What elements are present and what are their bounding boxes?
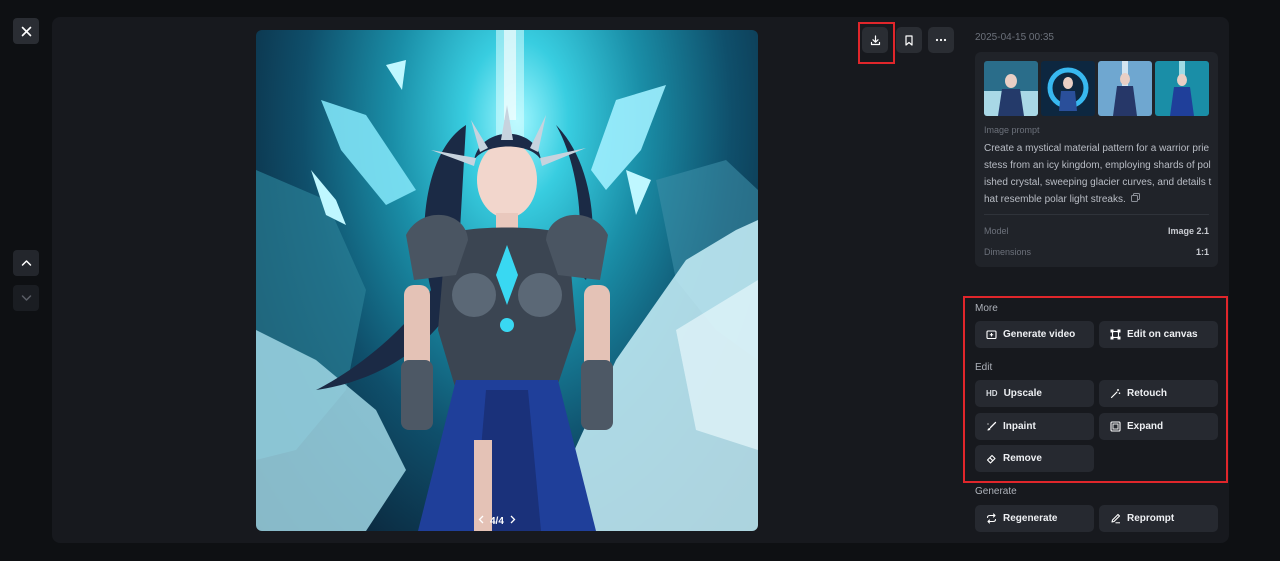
expand-icon (1110, 421, 1121, 432)
thumbnail-4[interactable] (1155, 61, 1209, 116)
chevron-down-icon (21, 295, 31, 301)
thumbnail-1[interactable] (984, 61, 1038, 116)
retouch-button[interactable]: Retouch (1099, 380, 1218, 407)
brush-icon (987, 421, 997, 431)
generate-video-button[interactable]: Generate video (975, 321, 1094, 348)
regenerate-button[interactable]: Regenerate (975, 505, 1094, 532)
meta-key: Model (984, 226, 1009, 236)
image-pager: 4/4 (478, 515, 516, 527)
upscale-button[interactable]: HD Upscale (975, 380, 1094, 407)
bookmark-button[interactable] (896, 27, 922, 53)
button-label: Reprompt (1127, 513, 1175, 524)
creation-timestamp: 2025-04-15 00:35 (975, 32, 1054, 43)
thumbnail-3[interactable] (1098, 61, 1152, 116)
next-image-button[interactable] (13, 285, 39, 311)
magic-wand-icon (1110, 389, 1121, 399)
inpaint-button[interactable]: Inpaint (975, 413, 1094, 440)
more-options-button[interactable] (928, 27, 954, 53)
section-label-generate: Generate (975, 486, 1017, 497)
pager-next-icon[interactable] (510, 515, 516, 527)
eraser-icon (986, 454, 996, 464)
info-divider (984, 214, 1209, 215)
section-label-more: More (975, 303, 998, 314)
meta-value: Image 2.1 (1167, 226, 1209, 236)
button-label: Expand (1127, 421, 1164, 432)
prompt-text-block: Create a mystical material pattern for a… (984, 140, 1212, 208)
download-icon (870, 34, 880, 45)
more-horizontal-icon (935, 38, 947, 42)
button-label: Edit on canvas (1127, 329, 1198, 340)
copy-icon[interactable] (1130, 191, 1140, 208)
chevron-up-icon (21, 260, 31, 266)
reprompt-button[interactable]: Reprompt (1099, 505, 1218, 532)
pager-prev-icon[interactable] (478, 515, 484, 527)
edit-on-canvas-button[interactable]: Edit on canvas (1099, 321, 1218, 348)
button-label: Inpaint (1003, 421, 1036, 432)
button-label: Retouch (1127, 388, 1167, 399)
remove-button[interactable]: Remove (975, 445, 1094, 472)
canvas-icon (1110, 329, 1121, 340)
expand-button[interactable]: Expand (1099, 413, 1218, 440)
download-button[interactable] (862, 27, 888, 53)
video-plus-icon (986, 330, 997, 340)
previous-image-button[interactable] (13, 250, 39, 276)
button-label: Remove (1003, 453, 1042, 464)
meta-value: 1:1 (1195, 247, 1209, 257)
thumbnail-2[interactable] (1041, 61, 1095, 116)
prompt-label: Image prompt (984, 125, 1040, 135)
pen-icon (1111, 513, 1121, 524)
prompt-text: Create a mystical material pattern for a… (984, 143, 1212, 206)
refresh-icon (986, 513, 997, 524)
close-button[interactable] (13, 18, 39, 44)
pager-label: 4/4 (490, 515, 504, 527)
meta-key: Dimensions (984, 247, 1032, 257)
x-icon (21, 26, 31, 36)
hd-icon: HD (986, 389, 998, 398)
generated-image (256, 30, 758, 531)
button-label: Upscale (1003, 388, 1042, 399)
image-info-card: Image prompt Create a mystical material … (975, 52, 1218, 267)
meta-row-dimensions: Dimensions 1:1 (984, 247, 1209, 257)
bookmark-icon (905, 34, 913, 46)
section-label-edit: Edit (975, 362, 993, 373)
button-label: Generate video (1003, 329, 1076, 340)
button-label: Regenerate (1003, 513, 1058, 524)
meta-row-model: Model Image 2.1 (984, 226, 1209, 236)
thumbnail-strip (984, 61, 1209, 116)
